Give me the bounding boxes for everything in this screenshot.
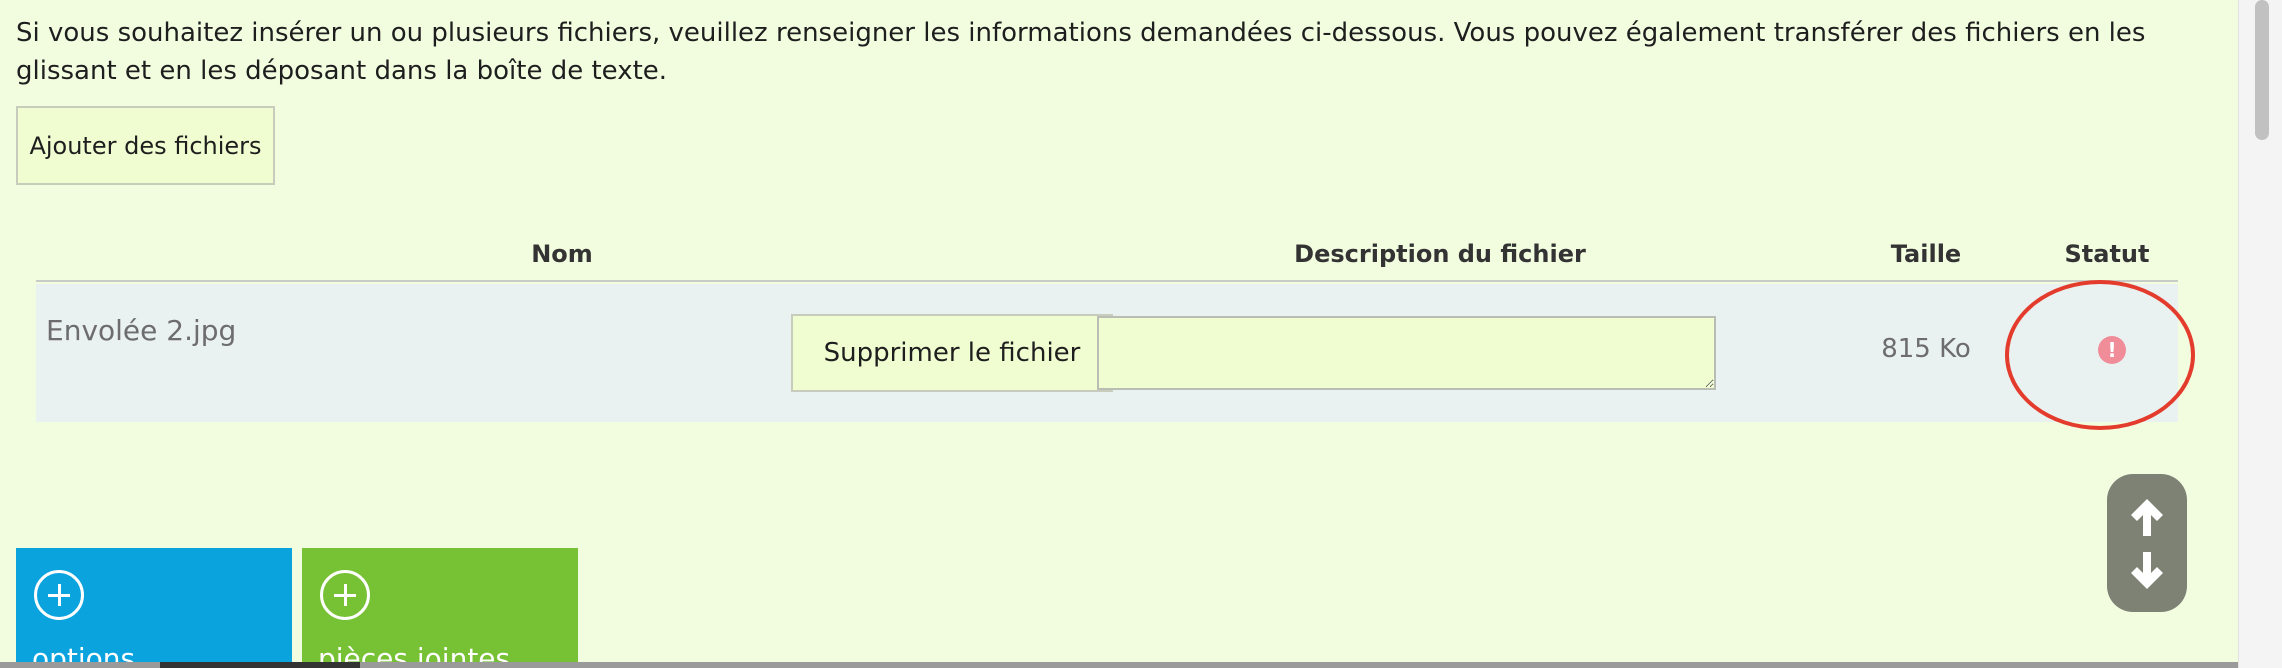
scrollbar-thumb[interactable]	[2255, 0, 2269, 140]
bottom-border	[0, 662, 2238, 668]
plus-circle-icon	[34, 570, 84, 620]
table-row: Envolée 2.jpg Supprimer le fichier 815 K…	[36, 284, 2178, 422]
error-icon: !	[2098, 336, 2126, 364]
delete-file-button[interactable]: Supprimer le fichier	[791, 314, 1113, 392]
tile-attachments[interactable]: pièces jointes	[302, 548, 578, 668]
column-header-status: Statut	[2064, 240, 2150, 268]
add-files-button[interactable]: Ajouter des fichiers	[16, 106, 275, 185]
arrow-up-icon[interactable]	[2107, 492, 2187, 542]
tile-options[interactable]: options	[16, 548, 292, 668]
column-header-description: Description du fichier	[1294, 240, 1586, 268]
file-description-input[interactable]	[1097, 316, 1716, 390]
intro-text: Si vous souhaitez insérer un ou plusieur…	[16, 18, 2146, 86]
page-scrollbar[interactable]	[2238, 0, 2282, 668]
file-upload-panel: Si vous souhaitez insérer un ou plusieur…	[0, 0, 2238, 668]
plus-circle-icon	[320, 570, 370, 620]
column-header-size: Taille	[1890, 240, 1962, 268]
arrow-down-icon[interactable]	[2107, 546, 2187, 596]
file-name: Envolée 2.jpg	[46, 314, 237, 347]
column-header-name: Nom	[531, 240, 593, 268]
file-size: 815 Ko	[1881, 334, 1971, 364]
scroll-controls	[2107, 474, 2187, 612]
files-table-header: Nom Description du fichier Taille Statut	[36, 236, 2178, 282]
